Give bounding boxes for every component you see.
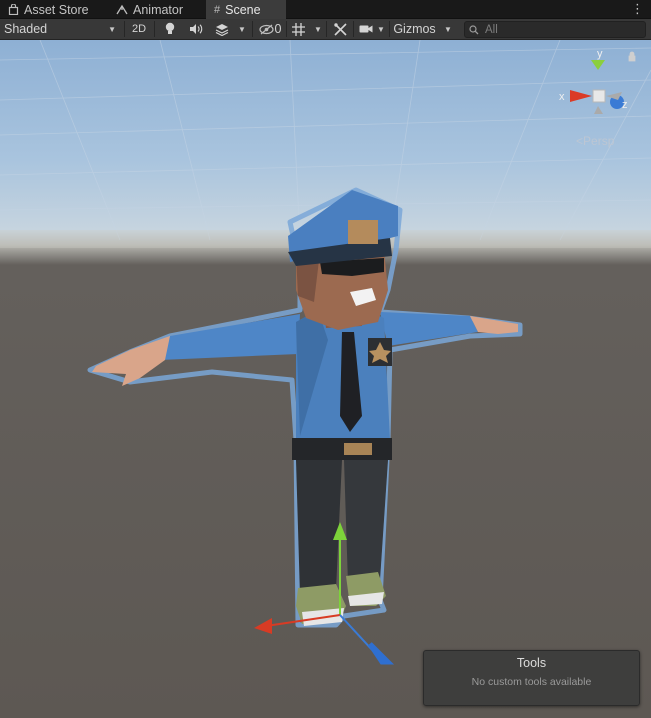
tools-overlay-message: No custom tools available [471,676,592,688]
gizmo-x-arrow-icon [254,618,272,634]
orientation-cube-icon [592,89,606,103]
axis-y-label: y [597,48,603,60]
toolbar-divider [286,21,287,37]
camera-icon [359,25,373,33]
tab-scene[interactable]: # Scene [206,0,286,19]
scene-toolbar: Shaded ▼ 2D ▼ 0 ▼ ▼ Gizmos ▼ [0,19,651,40]
gizmo-z-arrow-icon [367,642,395,665]
grid-dropdown-arrow[interactable]: ▼ [312,19,324,39]
gizmos-button[interactable]: Gizmos [391,19,438,39]
toolbar-divider [154,21,155,37]
chevron-down-icon: ▼ [444,24,452,34]
scene-visibility-toggle[interactable]: 0 [256,19,284,39]
camera-dropdown-arrow[interactable]: ▼ [375,19,387,39]
toggle-2d-button[interactable]: 2D [126,19,152,39]
tab-animator[interactable]: Animator [108,0,202,19]
tools-toggle-button[interactable] [330,19,350,39]
toolbar-divider [389,21,390,37]
tab-label: Asset Store [24,2,89,17]
search-input[interactable] [485,23,635,36]
axis-x-label: x [559,91,565,103]
animator-icon [116,4,128,15]
chevron-down-icon: ▼ [108,24,116,34]
speaker-icon [190,24,203,34]
draw-mode-label: Shaded [4,22,48,36]
gizmos-dropdown-arrow[interactable]: ▼ [441,19,455,39]
effects-toggle-button[interactable] [212,19,232,39]
chevron-down-icon: ▼ [314,24,322,34]
layers-effects-icon [215,23,229,36]
toolbar-divider [124,21,125,37]
tools-overlay-title: Tools [516,656,547,670]
projection-toggle[interactable]: <Persp [576,134,614,148]
search-icon [469,24,479,34]
effects-dropdown-arrow[interactable]: ▼ [236,19,248,39]
toggle-2d-label: 2D [131,23,147,35]
tab-label: Animator [133,2,184,17]
shopping-bag-icon [8,4,19,15]
audio-toggle-button[interactable] [186,19,206,39]
editor-tab-bar: Asset Store Animator # Scene ⋮ [0,0,651,19]
lighting-toggle-button[interactable] [160,19,180,39]
grid-icon [291,22,305,36]
projection-label: Persp [583,134,615,148]
scene-search-field[interactable] [464,21,646,38]
grid-hash-icon: # [214,3,221,16]
toolbar-divider [252,21,253,37]
lock-icon [628,51,636,62]
axis-neg-y-cone-icon [594,106,603,114]
chevron-down-icon: ▼ [377,24,385,34]
scene-canvas: y x z [0,40,651,665]
scene-viewport[interactable]: y x z <Persp Tools No custom tools avail… [0,40,651,718]
camera-settings-button[interactable] [357,19,375,39]
police-character-model [87,187,523,628]
axis-y-cone-icon [591,60,605,70]
crossed-tools-icon [333,22,347,36]
grid-toggle-button[interactable] [288,19,308,39]
tab-asset-store[interactable]: Asset Store [0,0,104,19]
tools-overlay-panel: Tools No custom tools available [423,650,640,706]
persp-chevron-icon: < [576,134,584,148]
chevron-down-icon: ▼ [238,24,246,34]
light-bulb-icon [165,22,175,34]
tab-label: Scene [225,2,261,17]
hidden-count: 0 [274,22,282,36]
axis-x-cone-icon [570,90,592,102]
gizmos-label: Gizmos [393,22,436,36]
axis-z-label: z [622,99,628,111]
toolbar-divider [326,21,327,37]
hidden-eye-icon [258,24,274,34]
more-options-icon[interactable]: ⋮ [631,1,644,17]
draw-mode-dropdown[interactable]: Shaded ▼ [4,19,122,39]
toolbar-divider [353,21,354,37]
